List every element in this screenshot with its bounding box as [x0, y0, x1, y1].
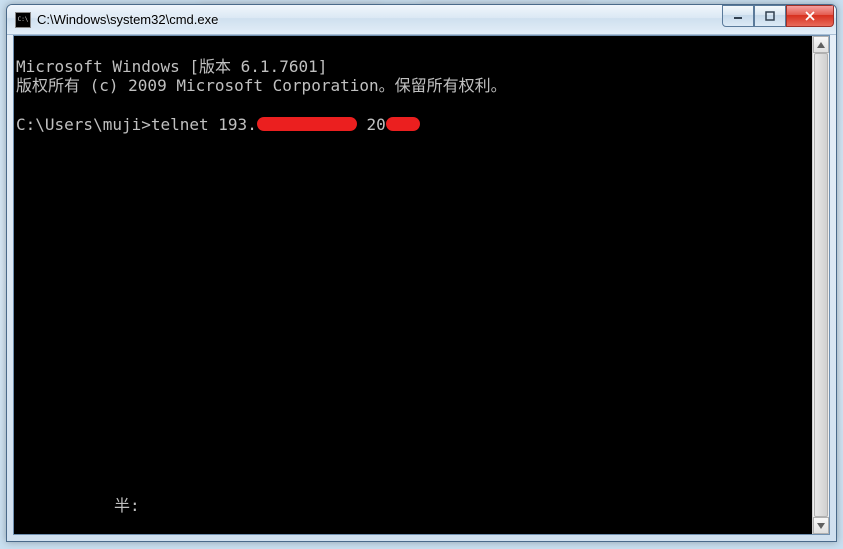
scroll-up-button[interactable] [813, 36, 829, 53]
ime-indicator: 半: [114, 492, 140, 516]
minimize-button[interactable] [722, 5, 754, 27]
maximize-icon [765, 11, 775, 21]
close-button[interactable] [786, 5, 834, 27]
titlebar[interactable]: C:\Windows\system32\cmd.exe [7, 5, 836, 35]
command-text: 20 [357, 115, 386, 134]
terminal-output[interactable]: Microsoft Windows [版本 6.1.7601] 版权所有 (c)… [14, 36, 811, 534]
redaction-mark [257, 117, 357, 131]
command-text: telnet 193 [151, 115, 247, 134]
close-icon [804, 11, 816, 21]
prompt-text: C:\Users\muji> [16, 115, 151, 134]
scrollbar-track[interactable] [813, 53, 829, 517]
scrollbar-thumb[interactable] [814, 53, 828, 517]
redaction-mark [386, 117, 420, 131]
window-controls [722, 5, 834, 27]
maximize-button[interactable] [754, 5, 786, 27]
client-area: Microsoft Windows [版本 6.1.7601] 版权所有 (c)… [13, 35, 830, 535]
terminal-line: 版权所有 (c) 2009 Microsoft Corporation。保留所有… [16, 76, 507, 95]
window-title: C:\Windows\system32\cmd.exe [37, 12, 722, 27]
chevron-up-icon [817, 42, 825, 48]
terminal-prompt-line: C:\Users\muji>telnet 193. 20 [16, 114, 420, 133]
chevron-down-icon [817, 523, 825, 529]
terminal-line: Microsoft Windows [版本 6.1.7601] [16, 57, 327, 76]
scroll-down-button[interactable] [813, 517, 829, 534]
vertical-scrollbar[interactable] [812, 36, 829, 534]
cmd-window: C:\Windows\system32\cmd.exe Microsoft Wi… [6, 4, 837, 542]
minimize-icon [733, 11, 743, 21]
cmd-icon [15, 12, 31, 28]
